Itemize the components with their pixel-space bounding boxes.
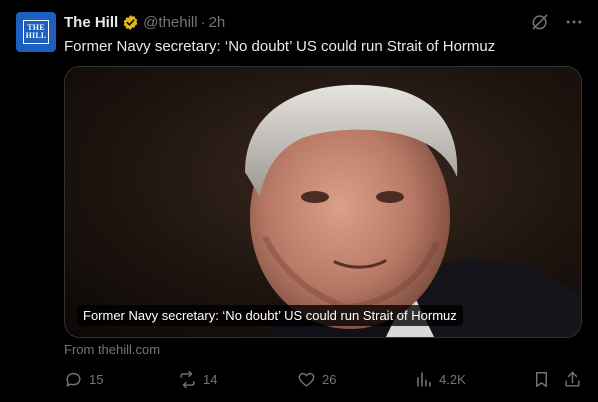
separator: · — [200, 13, 206, 31]
author-name[interactable]: The Hill — [64, 14, 118, 31]
grok-icon[interactable] — [530, 12, 550, 32]
bookmark-icon — [532, 370, 551, 389]
link-card[interactable]: Former Navy secretary: ‘No doubt’ US cou… — [64, 66, 582, 338]
reply-button[interactable]: 15 — [64, 370, 103, 389]
card-source[interactable]: From thehill.com — [64, 342, 160, 357]
action-bar: 15 14 26 4.2K — [64, 370, 582, 392]
top-actions — [530, 12, 584, 32]
verified-badge-icon[interactable] — [122, 14, 139, 31]
timestamp[interactable]: 2h — [209, 14, 226, 31]
views-count: 4.2K — [439, 372, 466, 387]
share-button[interactable] — [563, 370, 582, 389]
more-icon[interactable] — [564, 12, 584, 32]
repost-icon — [178, 370, 197, 389]
author-handle[interactable]: @thehill — [143, 14, 197, 31]
like-button[interactable]: 26 — [297, 370, 336, 389]
share-icon — [563, 370, 582, 389]
like-count: 26 — [322, 372, 337, 387]
repost-count: 14 — [203, 372, 218, 387]
bookmark-button[interactable] — [532, 370, 551, 389]
views-icon — [414, 370, 433, 389]
avatar[interactable]: THE HILL — [16, 12, 56, 52]
card-image — [65, 67, 581, 337]
repost-button[interactable]: 14 — [178, 370, 217, 389]
reply-icon — [64, 370, 83, 389]
post-header: The Hill @thehill · 2h — [64, 12, 225, 32]
views-button[interactable]: 4.2K — [414, 370, 466, 389]
post-text: Former Navy secretary: ‘No doubt’ US cou… — [64, 38, 496, 55]
card-title: Former Navy secretary: ‘No doubt’ US cou… — [77, 305, 463, 326]
like-icon — [297, 370, 316, 389]
thehill-logo: THE HILL — [22, 20, 50, 44]
reply-count: 15 — [89, 372, 104, 387]
